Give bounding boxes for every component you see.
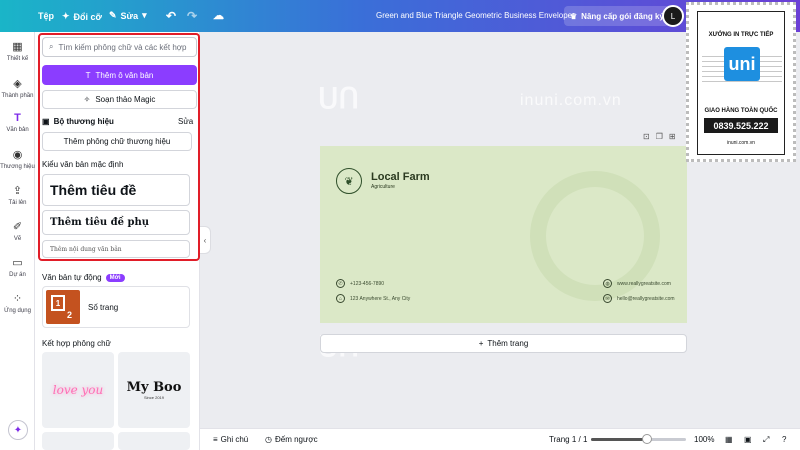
undo-icon[interactable]: ↶ <box>166 9 176 23</box>
bottom-bar: ≡ Ghi chú ◷ Đếm ngược Trang 1 / 1 100% ▦… <box>200 428 800 450</box>
brand-kit-icon: ▣ <box>42 117 50 126</box>
sparkle-icon: ✦ <box>62 11 70 21</box>
redo-icon[interactable]: ↷ <box>187 9 197 23</box>
font-search-input[interactable]: ⌕ Tìm kiếm phông chữ và các kết hợp <box>42 37 197 57</box>
top-bar: Tệp ✦ Đổi cỡ ✎ Sửa ▾ ↶ ↷ ☁ Green and Blu… <box>0 0 800 32</box>
heading-style[interactable]: Thêm tiêu đề <box>42 174 190 206</box>
body-style[interactable]: Thêm nội dung văn bản <box>42 240 190 258</box>
watermark-logo: ᑌᑎ <box>318 83 359 114</box>
upload-icon: ⇪ <box>12 185 23 197</box>
fullscreen-icon[interactable]: ⤢ <box>763 435 769 445</box>
search-icon: ⌕ <box>49 42 54 51</box>
font-combo-row2-left[interactable] <box>42 432 114 450</box>
file-menu[interactable]: Tệp <box>38 11 54 21</box>
add-text-box-button[interactable]: T Thêm ô văn bản <box>42 65 197 85</box>
page-view-icon[interactable]: ▣ <box>744 435 752 444</box>
stamp-mid-text: GIAO HÀNG TOÀN QUỐC <box>704 108 778 114</box>
mail-icon: ✉ <box>603 294 612 303</box>
font-combo-love[interactable]: love you <box>42 352 114 428</box>
globe-icon: ◍ <box>603 279 612 288</box>
add-page-button[interactable]: + Thêm trang <box>320 334 687 353</box>
text-icon: T <box>85 70 91 80</box>
font-combo-myboo[interactable]: My Boo Since 2019 <box>118 352 190 428</box>
new-badge: Mới <box>105 273 125 282</box>
default-styles-title: Kiểu văn bản mặc định <box>42 160 124 169</box>
folder-icon: ▭ <box>12 257 23 269</box>
apps-icon: ⁘ <box>12 293 23 305</box>
contact-website[interactable]: ◍ www.reallygreatsite.com <box>603 279 671 288</box>
stamp-top-text: XƯỞNG IN TRỰC TIẾP <box>708 32 774 38</box>
page-tools: ⊡ ❐ ⊞ <box>643 132 676 141</box>
leaf-logo-icon: ❦ <box>336 168 362 194</box>
rail-item-text[interactable]: T Văn bản <box>0 112 35 133</box>
duplicate-icon[interactable]: ❐ <box>656 132 663 141</box>
magic-write-button[interactable]: ✧ Soạn thảo Magic <box>42 90 197 109</box>
grid-view-icon[interactable]: ▦ <box>725 435 733 444</box>
brand-edit-link[interactable]: Sửa <box>178 117 193 126</box>
plus-icon: + <box>478 339 484 348</box>
add-page-icon[interactable]: ⊞ <box>669 132 676 141</box>
zoom-slider-handle[interactable] <box>642 434 652 444</box>
design-title[interactable]: Green and Blue Triangle Geometric Busine… <box>376 11 572 20</box>
collapse-panel-icon[interactable]: ‹ <box>200 226 211 254</box>
subheading-style[interactable]: Thêm tiêu đề phụ <box>42 210 190 235</box>
brand-icon: ◉ <box>12 149 23 161</box>
lock-icon[interactable]: ⊡ <box>643 132 650 141</box>
font-combo-row2-right[interactable] <box>118 432 190 450</box>
page-numbers-card[interactable]: 1 2 Số trang <box>42 286 190 328</box>
upgrade-button[interactable]: ♛ Nâng cấp gói đăng ký <box>564 6 670 26</box>
left-rail: ▦ Thiết kế ◈ Thành phần T Văn bản ◉ Thươ… <box>0 32 35 450</box>
contact-email[interactable]: ✉ hello@reallygreatsite.com <box>603 294 675 303</box>
magic-wand-icon: ✧ <box>83 95 91 104</box>
draw-icon: ✐ <box>12 221 23 233</box>
resize-button[interactable]: ✦ Đổi cỡ <box>62 11 102 22</box>
help-icon[interactable]: ? <box>782 435 786 444</box>
zoom-value[interactable]: 100% <box>694 435 714 444</box>
timer-icon: ◷ <box>265 435 272 444</box>
elements-icon: ◈ <box>13 78 22 90</box>
brand-kit-title: ▣ Bộ thương hiệu <box>42 117 114 126</box>
rail-item-elements[interactable]: ◈ Thành phần <box>0 77 35 99</box>
rail-item-uploads[interactable]: ⇪ Tải lên <box>0 184 35 206</box>
timer-button[interactable]: ◷ Đếm ngược <box>265 435 318 444</box>
stamp-site: inuni.com.vn <box>726 140 756 146</box>
promo-stamp: XƯỞNG IN TRỰC TIẾP uni GIAO HÀNG TOÀN QU… <box>686 2 796 162</box>
auto-text-title: Văn bản tự động Mới <box>42 273 125 282</box>
stamp-logo: uni <box>724 47 760 81</box>
chevron-down-icon: ▾ <box>142 10 147 20</box>
text-icon: T <box>14 112 21 124</box>
brand-name[interactable]: Local Farm <box>371 171 430 183</box>
contact-address[interactable]: ⌂ 123 Anywhere St., Any City <box>336 294 410 303</box>
pencil-icon: ✎ <box>109 10 117 20</box>
envelope-page[interactable]: ❦ Local Farm Agriculture ✆ +123-456-7890… <box>320 146 687 323</box>
page-numbers-thumbnail: 1 2 <box>46 290 80 324</box>
stamp-phone: 0839.525.222 <box>704 118 778 133</box>
magic-assistant-icon[interactable]: ✦ <box>8 420 28 440</box>
zoom-slider[interactable] <box>591 438 686 441</box>
edit-menu[interactable]: ✎ Sửa ▾ <box>109 10 147 21</box>
phone-icon: ✆ <box>336 279 345 288</box>
crown-icon: ♛ <box>570 11 578 21</box>
page-indicator[interactable]: Trang 1 / 1 <box>549 435 587 444</box>
font-combos-title: Kết hợp phông chữ <box>42 339 111 348</box>
cloud-save-icon[interactable]: ☁ <box>213 9 224 22</box>
contact-phone[interactable]: ✆ +123-456-7890 <box>336 279 384 288</box>
rail-item-apps[interactable]: ⁘ Ứng dụng <box>0 292 35 314</box>
rail-item-draw[interactable]: ✐ Vẽ <box>0 220 35 242</box>
avatar[interactable]: L <box>662 5 684 27</box>
notes-icon: ≡ <box>213 435 218 444</box>
add-brand-fonts-button[interactable]: Thêm phông chữ thương hiệu <box>42 132 192 151</box>
rail-item-projects[interactable]: ▭ Dự án <box>0 256 35 278</box>
watermark-text: inuni.com.vn <box>520 92 622 109</box>
notes-button[interactable]: ≡ Ghi chú <box>213 435 248 444</box>
brand-sub[interactable]: Agriculture <box>371 184 395 190</box>
rail-item-brand[interactable]: ◉ Thương hiệu <box>0 148 35 170</box>
layout-icon: ▦ <box>12 41 23 53</box>
rail-item-design[interactable]: ▦ Thiết kế <box>0 40 35 62</box>
location-icon: ⌂ <box>336 294 345 303</box>
